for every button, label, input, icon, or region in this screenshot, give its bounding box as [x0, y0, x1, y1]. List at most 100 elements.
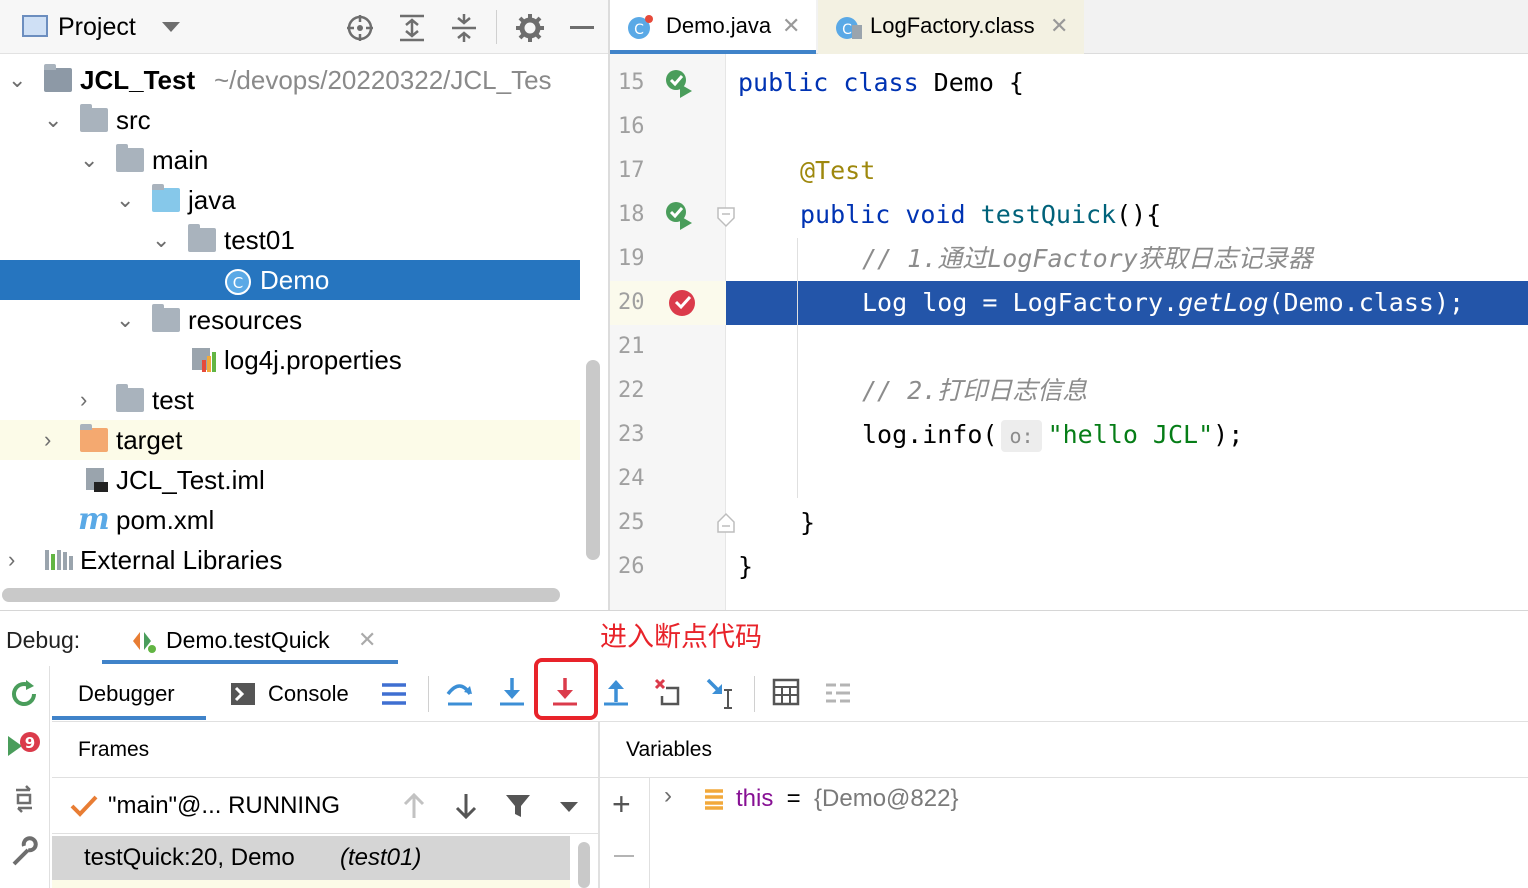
- chevron-down-icon[interactable]: ⌄: [44, 100, 64, 140]
- tree-label: src: [116, 105, 151, 135]
- code-line-15[interactable]: public class Demo {: [738, 61, 1024, 105]
- chevron-down-icon[interactable]: ⌄: [116, 300, 136, 340]
- tree-label: main: [152, 145, 209, 175]
- line-number: 20: [618, 290, 645, 315]
- tree-item-test[interactable]: › test: [0, 380, 580, 420]
- properties-file-icon: [192, 348, 216, 372]
- code-line-25[interactable]: }: [800, 501, 815, 545]
- breakpoint-icon[interactable]: [668, 288, 698, 318]
- frames-scrollbar[interactable]: [578, 842, 590, 888]
- remove-watch-icon[interactable]: [614, 855, 634, 857]
- collapse-all-icon[interactable]: [448, 12, 480, 44]
- frame-row[interactable]: testQuick:20, Demo (test01): [52, 836, 570, 880]
- chevron-down-icon[interactable]: ⌄: [116, 180, 136, 220]
- divider: [428, 676, 429, 712]
- chevron-down-icon[interactable]: [560, 802, 578, 812]
- fold-icon[interactable]: [716, 206, 736, 228]
- add-watch-icon[interactable]: +: [612, 786, 631, 822]
- tree-item-external-libraries[interactable]: › External Libraries: [0, 540, 580, 580]
- tree-item-test01[interactable]: ⌄ test01: [0, 220, 580, 260]
- tree-item-iml[interactable]: JCL_Test.iml: [0, 460, 580, 500]
- code-annotation: @Test: [800, 156, 876, 185]
- param-hint: o:: [1001, 420, 1042, 452]
- project-title[interactable]: Project: [58, 10, 136, 44]
- tree-label: test: [152, 385, 194, 415]
- line-number: 17: [618, 158, 645, 183]
- evaluate-expression-icon[interactable]: [772, 678, 800, 706]
- step-out-icon[interactable]: [600, 676, 632, 708]
- close-icon[interactable]: ✕: [1050, 0, 1068, 52]
- tree-item-resources[interactable]: ⌄ resources: [0, 300, 580, 340]
- locate-icon[interactable]: [344, 12, 376, 44]
- step-into-icon[interactable]: [496, 676, 528, 708]
- fold-icon[interactable]: [716, 512, 736, 534]
- show-execution-point-icon[interactable]: [380, 680, 408, 708]
- gear-icon[interactable]: [514, 12, 546, 44]
- horizontal-scrollbar[interactable]: [2, 588, 560, 602]
- wrench-icon[interactable]: [8, 836, 40, 868]
- chevron-right-icon[interactable]: ›: [8, 540, 28, 580]
- code-line-17[interactable]: @Test: [800, 149, 875, 193]
- chevron-down-icon[interactable]: ⌄: [80, 140, 100, 180]
- tab-console[interactable]: Console: [268, 678, 349, 710]
- vertical-scrollbar[interactable]: [586, 360, 600, 560]
- code-text: }: [738, 552, 754, 581]
- tree-item-demo[interactable]: C Demo: [0, 260, 580, 300]
- tab-logfactory-class[interactable]: C LogFactory.class ✕: [818, 0, 1084, 54]
- trace-current-stream-icon[interactable]: [824, 680, 852, 706]
- tree-item-java[interactable]: ⌄ java: [0, 180, 580, 220]
- expand-all-icon[interactable]: [396, 12, 428, 44]
- drop-frame-icon[interactable]: [652, 676, 684, 708]
- frame-row-next[interactable]: [52, 880, 570, 888]
- hide-icon[interactable]: [570, 26, 594, 29]
- frames-header: Frames: [78, 738, 150, 761]
- tree-item-pom[interactable]: m pom.xml: [0, 500, 580, 540]
- thread-label: "main"@... RUNNING: [108, 792, 341, 819]
- code-line-20[interactable]: Log log = LogFactory.getLog(Demo.class);: [862, 281, 1464, 325]
- code-line-18[interactable]: public void testQuick(){: [800, 193, 1161, 237]
- tab-debugger[interactable]: Debugger: [78, 678, 175, 710]
- code-line-23[interactable]: log.info(o: "hello JCL");: [862, 413, 1243, 457]
- maven-icon: m: [78, 502, 110, 537]
- arrow-up-icon[interactable]: [402, 792, 426, 820]
- chevron-right-icon[interactable]: ›: [664, 782, 672, 810]
- rerun-icon[interactable]: [8, 678, 40, 710]
- tree-label: test01: [224, 225, 295, 255]
- run-test-icon[interactable]: [664, 200, 694, 230]
- chevron-down-icon[interactable]: [162, 22, 180, 32]
- tree-item-target[interactable]: › target: [0, 420, 580, 460]
- project-view-icon: [22, 15, 48, 37]
- tree-item-main[interactable]: ⌄ main: [0, 140, 580, 180]
- debug-session-tab[interactable]: Demo.testQuick: [166, 624, 330, 656]
- annotation-label: 进入断点代码: [600, 622, 762, 653]
- variable-row[interactable]: › this = {Demo@822}: [650, 780, 1528, 820]
- tree-item-jcl-test[interactable]: ⌄ JCL_Test ~/devops/20220322/JCL_Tes: [0, 60, 580, 100]
- tab-demo-java[interactable]: C Demo.java ✕: [610, 0, 816, 54]
- code-line-26[interactable]: }: [738, 545, 753, 589]
- step-over-icon[interactable]: [444, 676, 476, 708]
- run-to-cursor-icon[interactable]: [704, 676, 736, 710]
- line-number: 21: [618, 334, 645, 359]
- chevron-down-icon[interactable]: ⌄: [8, 60, 28, 100]
- chevron-down-icon[interactable]: ⌄: [152, 220, 172, 260]
- filter-icon[interactable]: [504, 792, 532, 820]
- code-text: );: [1213, 420, 1244, 449]
- run-test-icon[interactable]: [664, 68, 694, 98]
- code-line-19[interactable]: // 1.通过LogFactory获取日志记录器: [862, 237, 1313, 281]
- code-comment: // 2.打印日志信息: [862, 376, 1088, 405]
- mute-breakpoints-icon[interactable]: [8, 784, 40, 814]
- chevron-right-icon[interactable]: ›: [44, 420, 64, 460]
- resume-program-icon[interactable]: 9: [6, 730, 42, 762]
- variable-eq: =: [780, 785, 808, 812]
- close-icon[interactable]: ✕: [358, 624, 376, 656]
- svg-text:C: C: [634, 22, 644, 38]
- tree-item-src[interactable]: ⌄ src: [0, 100, 580, 140]
- debug-session-icon: [133, 632, 156, 653]
- variables-header-line: [600, 777, 1528, 778]
- force-step-into-icon[interactable]: [549, 676, 581, 708]
- tree-item-log4j-properties[interactable]: log4j.properties: [0, 340, 580, 380]
- arrow-down-icon[interactable]: [454, 792, 478, 820]
- code-line-22[interactable]: // 2.打印日志信息: [862, 369, 1087, 413]
- close-icon[interactable]: ✕: [782, 0, 800, 52]
- chevron-right-icon[interactable]: ›: [80, 380, 100, 420]
